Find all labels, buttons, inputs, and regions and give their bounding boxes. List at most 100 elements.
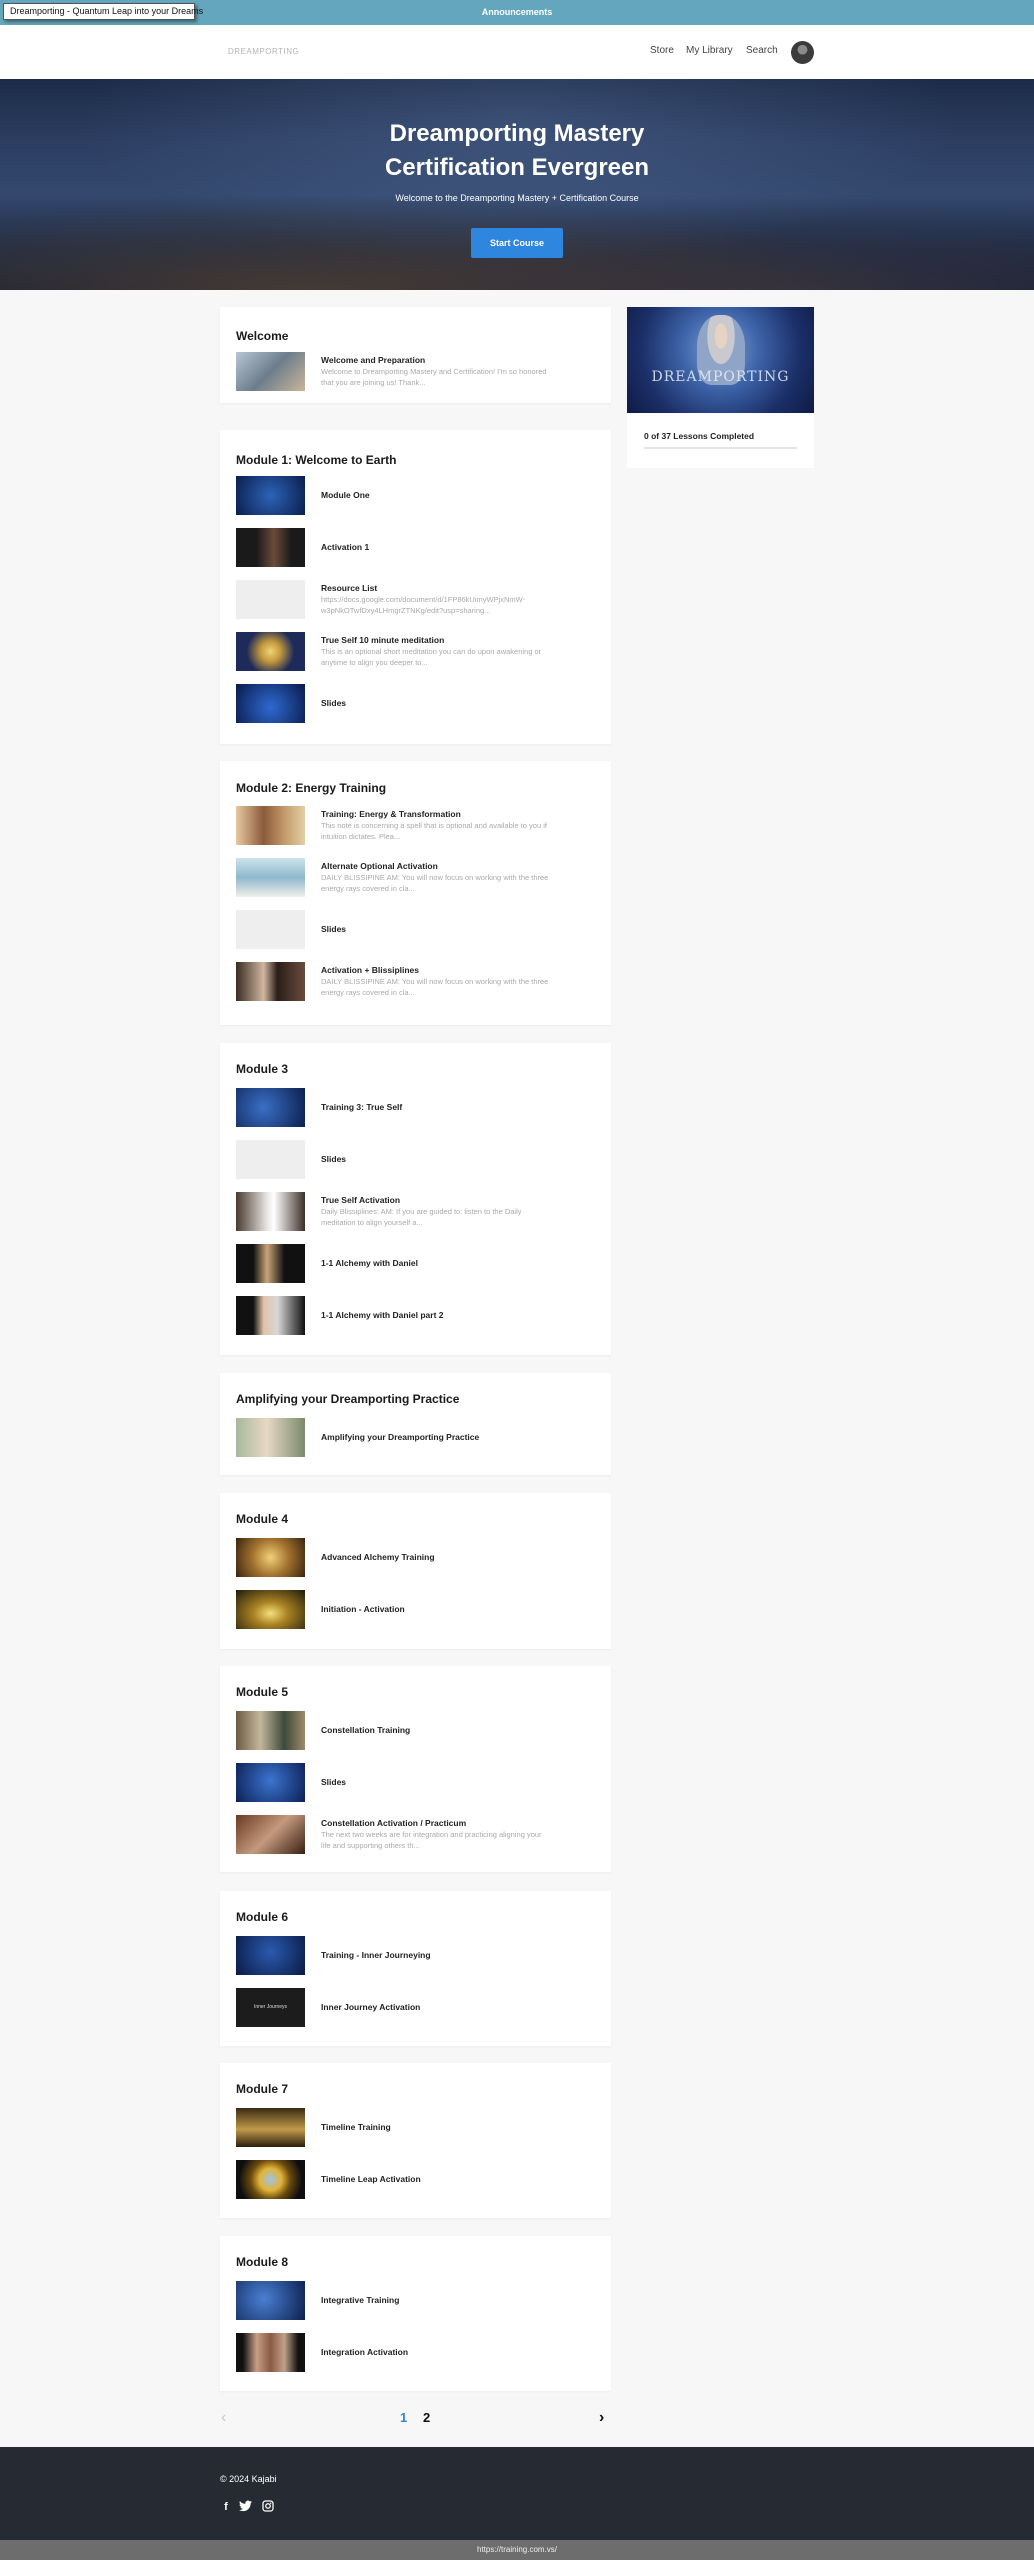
lesson-item[interactable]: Training: Energy & Transformation This no… (236, 806, 596, 846)
lesson-title[interactable]: Integrative Training (321, 2295, 399, 2305)
lesson-thumbnail[interactable] (236, 1815, 305, 1854)
lesson-thumbnail[interactable] (236, 962, 305, 1001)
lesson-title[interactable]: Slides (321, 1154, 346, 1164)
lesson-thumbnail[interactable] (236, 806, 305, 845)
lesson-item[interactable]: Slides (236, 684, 596, 724)
lesson-item[interactable]: Initiation - Activation (236, 1590, 596, 1630)
lesson-item[interactable]: Slides (236, 1763, 596, 1803)
lesson-title[interactable]: Welcome and Preparation (321, 355, 425, 365)
lesson-thumbnail[interactable] (236, 1418, 305, 1457)
lesson-item[interactable]: Timeline Leap Activation (236, 2160, 596, 2200)
lesson-item[interactable]: 1-1 Alchemy with Daniel part 2 (236, 1296, 596, 1336)
lesson-item[interactable]: Welcome and Preparation Welcome to Dreamp… (236, 352, 596, 392)
nav-search[interactable]: Search (746, 45, 778, 56)
lesson-title[interactable]: 1-1 Alchemy with Daniel part 2 (321, 1310, 444, 1320)
lesson-title[interactable]: Training: Energy & Transformation (321, 809, 461, 819)
lesson-item[interactable]: Activation 1 (236, 528, 596, 568)
lesson-thumbnail[interactable] (236, 1763, 305, 1802)
lesson-thumbnail[interactable] (236, 2108, 305, 2147)
lesson-title[interactable]: Constellation Activation / Practicum (321, 1818, 466, 1828)
pagination-next-button[interactable]: › (599, 2409, 604, 2427)
lesson-title[interactable]: Training - Inner Journeying (321, 1950, 431, 1960)
lesson-thumbnail[interactable] (236, 910, 305, 949)
lesson-title[interactable]: Module One (321, 490, 370, 500)
lesson-title[interactable]: Training 3: True Self (321, 1102, 402, 1112)
facebook-icon[interactable]: f (219, 2500, 233, 2514)
module-card: Module 1: Welcome to Earth Module One Acti… (220, 430, 611, 744)
lesson-item[interactable]: Integrative Training (236, 2281, 596, 2321)
lesson-thumbnail[interactable] (236, 1296, 305, 1335)
lesson-item[interactable]: Slides (236, 910, 596, 950)
lesson-item[interactable]: Amplifying your Dreamporting Practice (236, 1418, 596, 1458)
lesson-thumbnail[interactable] (236, 1088, 305, 1127)
lesson-thumbnail[interactable] (236, 2333, 305, 2372)
lesson-title[interactable]: True Self 10 minute meditation (321, 635, 444, 645)
lesson-thumbnail[interactable] (236, 1711, 305, 1750)
lesson-item[interactable]: Integration Activation (236, 2333, 596, 2373)
lesson-title[interactable]: Advanced Alchemy Training (321, 1552, 435, 1562)
lesson-title[interactable]: Inner Journey Activation (321, 2002, 420, 2012)
lesson-item[interactable]: Constellation Activation / Practicum The … (236, 1815, 596, 1855)
lesson-item[interactable]: Timeline Training (236, 2108, 596, 2148)
lesson-thumbnail[interactable] (236, 858, 305, 897)
lesson-thumbnail[interactable] (236, 1140, 305, 1179)
lesson-thumbnail[interactable]: Inner Journeys (236, 1988, 305, 2027)
lesson-title[interactable]: Alternate Optional Activation (321, 861, 438, 871)
module-title: Module 7 (236, 2082, 289, 2096)
lesson-title[interactable]: Timeline Training (321, 2122, 391, 2132)
lesson-thumbnail[interactable] (236, 632, 305, 671)
lesson-thumbnail[interactable] (236, 2160, 305, 2199)
lesson-thumbnail[interactable] (236, 1936, 305, 1975)
lesson-item[interactable]: Resource List https://docs.google.com/doc… (236, 580, 596, 620)
lesson-title[interactable]: Timeline Leap Activation (321, 2174, 421, 2184)
lesson-item[interactable]: Training 3: True Self (236, 1088, 596, 1128)
instagram-icon[interactable] (261, 2500, 275, 2514)
lesson-title[interactable]: Amplifying your Dreamporting Practice (321, 1432, 479, 1442)
lesson-thumbnail[interactable] (236, 580, 305, 619)
lesson-thumbnail[interactable] (236, 1590, 305, 1629)
lesson-description: https://docs.google.com/document/d/1FP86… (321, 595, 526, 615)
lesson-item[interactable]: Constellation Training (236, 1711, 596, 1751)
lesson-thumbnail[interactable] (236, 1192, 305, 1231)
lesson-title[interactable]: Constellation Training (321, 1725, 410, 1735)
lesson-thumbnail[interactable] (236, 352, 305, 391)
lesson-thumbnail[interactable] (236, 528, 305, 567)
lesson-item[interactable]: Alternate Optional Activation DAILY BLISS… (236, 858, 596, 898)
lesson-thumbnail[interactable] (236, 684, 305, 723)
lesson-thumbnail[interactable] (236, 1538, 305, 1577)
lesson-title[interactable]: Slides (321, 698, 346, 708)
lesson-title[interactable]: 1-1 Alchemy with Daniel (321, 1258, 418, 1268)
module-card: Module 3 Training 3: True Self Slides True … (220, 1043, 611, 1355)
lesson-item[interactable]: Inner Journeys Inner Journey Activation (236, 1988, 596, 2028)
lesson-thumbnail[interactable] (236, 1244, 305, 1283)
lesson-item[interactable]: True Self 10 minute meditation This is an… (236, 632, 596, 672)
twitter-icon[interactable] (238, 2500, 252, 2514)
start-course-button[interactable]: Start Course (471, 228, 563, 258)
lesson-title[interactable]: Initiation - Activation (321, 1604, 405, 1614)
site-logo[interactable]: DREAMPORTING (228, 47, 299, 56)
pagination-prev-button[interactable]: ‹ (221, 2409, 226, 2427)
lesson-title[interactable]: True Self Activation (321, 1195, 400, 1205)
lesson-thumbnail[interactable] (236, 476, 305, 515)
pagination-page-2[interactable]: 2 (423, 2410, 430, 2425)
lesson-item[interactable]: Training - Inner Journeying (236, 1936, 596, 1976)
lesson-item[interactable]: Module One (236, 476, 596, 516)
lesson-title[interactable]: Slides (321, 924, 346, 934)
lesson-title[interactable]: Integration Activation (321, 2347, 408, 2357)
lesson-title[interactable]: Resource List (321, 583, 377, 593)
user-avatar[interactable] (791, 41, 814, 64)
lesson-title[interactable]: Activation + Blissiplines (321, 965, 419, 975)
pagination-page-1[interactable]: 1 (400, 2410, 407, 2425)
lesson-item[interactable]: Slides (236, 1140, 596, 1180)
lesson-title[interactable]: Slides (321, 1777, 346, 1787)
lesson-thumbnail[interactable] (236, 2281, 305, 2320)
lesson-item[interactable]: 1-1 Alchemy with Daniel (236, 1244, 596, 1284)
lesson-title[interactable]: Activation 1 (321, 542, 369, 552)
course-progress-card: DREAMPORTING 0 of 37 Lessons Completed (627, 307, 814, 468)
lesson-item[interactable]: Advanced Alchemy Training (236, 1538, 596, 1578)
lesson-item[interactable]: True Self Activation Daily Blissiplines: … (236, 1192, 596, 1232)
lesson-item[interactable]: Activation + Blissiplines DAILY BLISSIPIN… (236, 962, 596, 1002)
announcement-text[interactable]: Announcements (482, 7, 553, 17)
nav-store[interactable]: Store (650, 45, 674, 56)
nav-my-library[interactable]: My Library (686, 45, 733, 56)
